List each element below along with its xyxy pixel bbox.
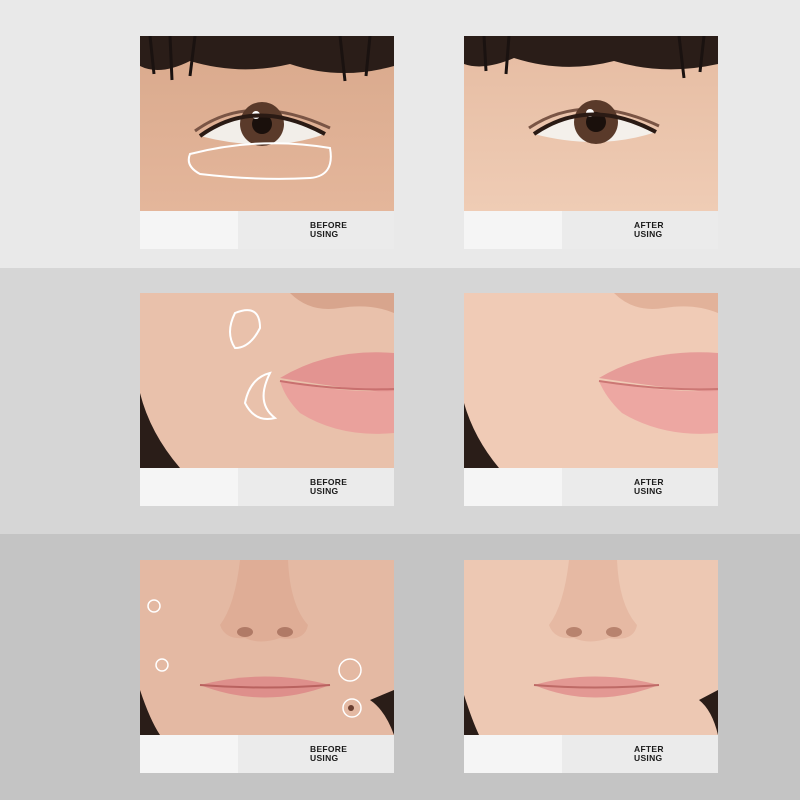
before-photo-eye xyxy=(140,36,394,211)
after-caption-face: AFTER USING xyxy=(634,745,694,763)
before-caption-cheek: BEFORE USING xyxy=(310,478,370,496)
after-card-cheek: AFTER USING xyxy=(464,293,718,506)
before-caption-area-face: BEFORE USING xyxy=(140,735,394,773)
after-photo-face xyxy=(464,560,718,735)
before-card-face: BEFORE USING xyxy=(140,560,394,773)
after-photo-eye xyxy=(464,36,718,211)
before-photo-face xyxy=(140,560,394,735)
before-caption-area-eye: BEFORE USING xyxy=(140,211,394,249)
caption-line-2: USING xyxy=(634,753,663,763)
caption-line-2: USING xyxy=(310,753,339,763)
after-caption-area-cheek: AFTER USING xyxy=(464,468,718,506)
caption-line-2: USING xyxy=(310,486,339,496)
before-photo-cheek xyxy=(140,293,394,468)
after-caption-cheek: AFTER USING xyxy=(634,478,694,496)
caption-line-2: USING xyxy=(634,486,663,496)
after-caption-area-face: AFTER USING xyxy=(464,735,718,773)
before-card-cheek: BEFORE USING xyxy=(140,293,394,506)
caption-line-2: USING xyxy=(634,229,663,239)
after-caption-area-eye: AFTER USING xyxy=(464,211,718,249)
before-card-eye: BEFORE USING xyxy=(140,36,394,249)
after-card-eye: AFTER USING xyxy=(464,36,718,249)
caption-line-2: USING xyxy=(310,229,339,239)
after-photo-cheek xyxy=(464,293,718,468)
after-card-face: AFTER USING xyxy=(464,560,718,773)
after-caption-eye: AFTER USING xyxy=(634,221,694,239)
before-caption-area-cheek: BEFORE USING xyxy=(140,468,394,506)
before-caption-face: BEFORE USING xyxy=(310,745,370,763)
before-caption-eye: BEFORE USING xyxy=(310,221,370,239)
